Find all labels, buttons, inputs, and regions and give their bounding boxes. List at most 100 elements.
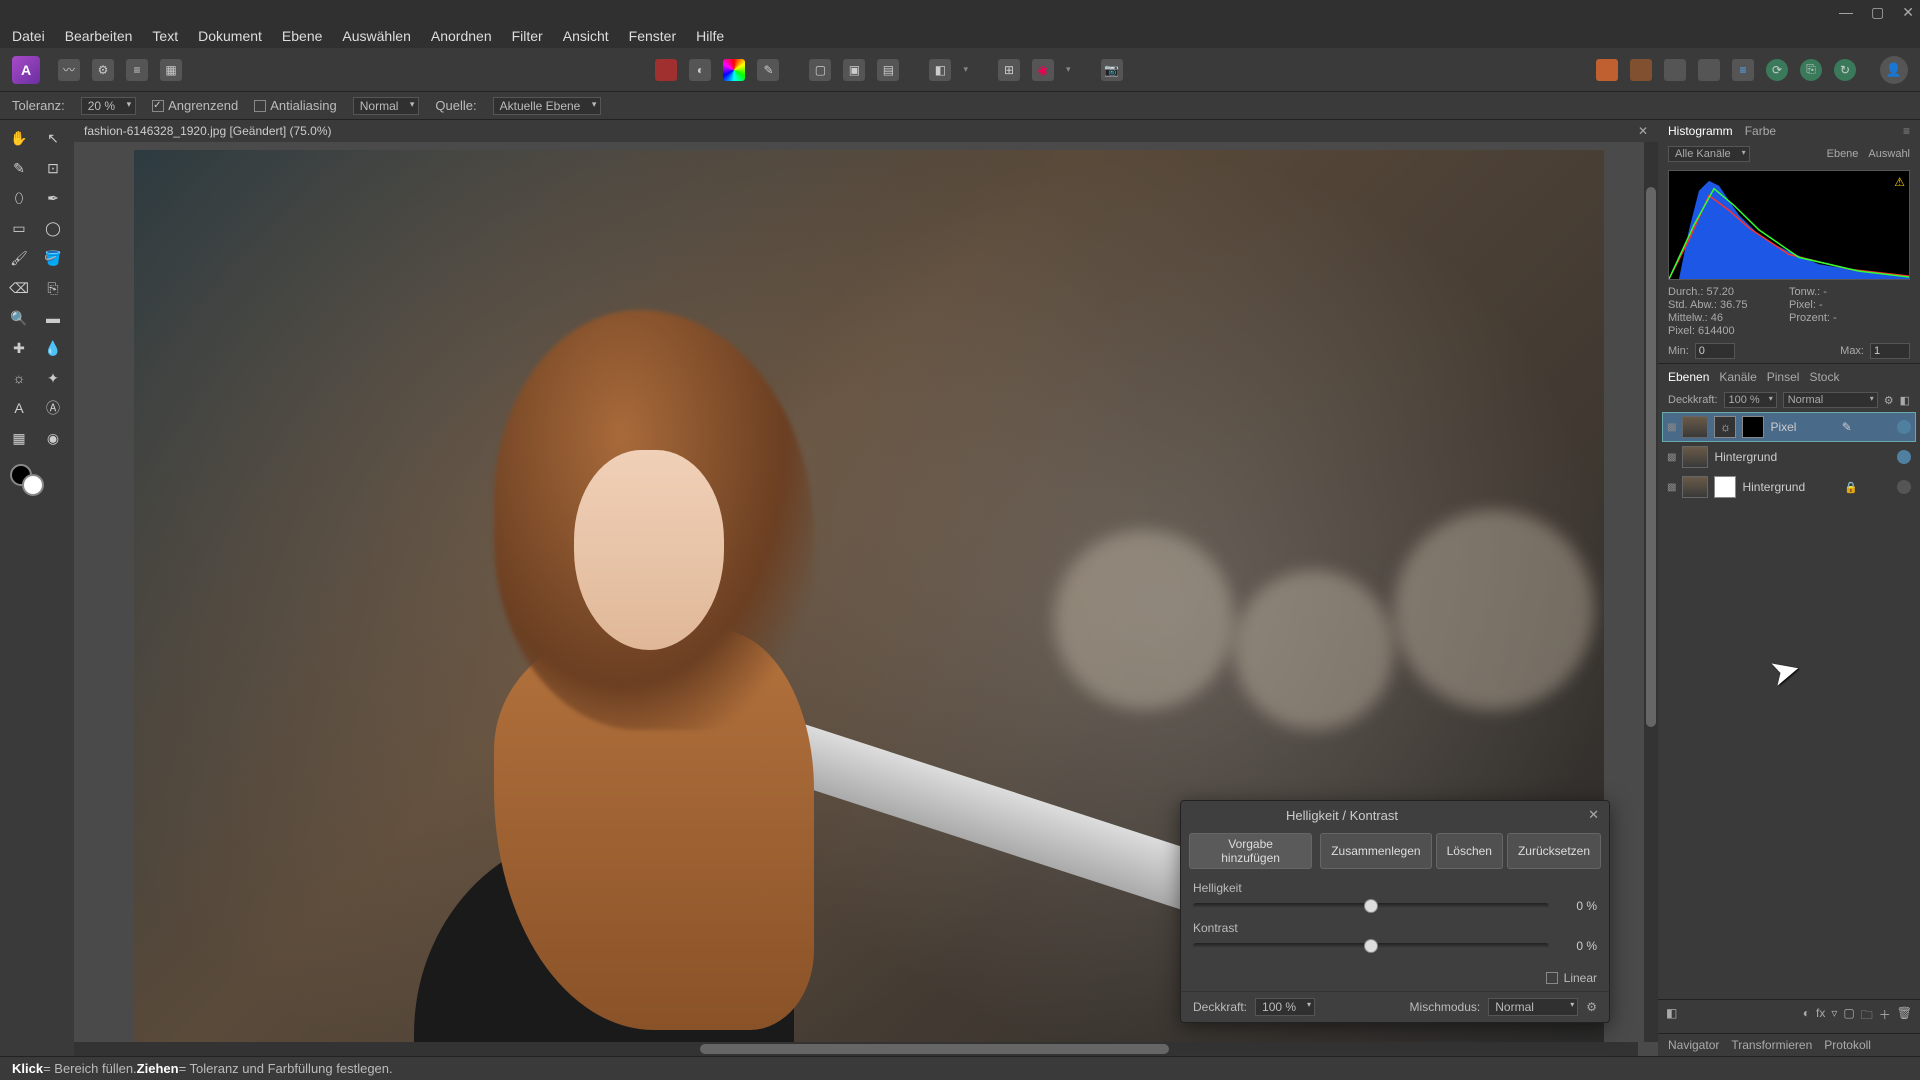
visibility-toggle[interactable] — [1897, 420, 1911, 434]
add-layer-icon[interactable]: ＋ — [1879, 1006, 1891, 1027]
merge-button[interactable]: Zusammenlegen — [1320, 833, 1431, 869]
selection-new-icon[interactable]: ▢ — [809, 59, 831, 81]
blur-tool-icon[interactable]: 💧 — [38, 334, 68, 362]
tab-transformieren[interactable]: Transformieren — [1731, 1038, 1812, 1052]
add-preset-button[interactable]: Vorgabe hinzufügen — [1189, 833, 1312, 869]
menu-anordnen[interactable]: Anordnen — [431, 28, 492, 44]
fill-tool-icon[interactable]: 🪣 — [38, 244, 68, 272]
group-layers-icon[interactable]: 🗀 — [1861, 1006, 1873, 1027]
delete-button[interactable]: Löschen — [1436, 833, 1503, 869]
pen-tool-icon[interactable]: ✒ — [38, 184, 68, 212]
menu-filter[interactable]: Filter — [512, 28, 543, 44]
reset-button[interactable]: Zurücksetzen — [1507, 833, 1601, 869]
source-dropdown[interactable]: Aktuelle Ebene — [493, 97, 602, 115]
selection-sub-icon[interactable]: ▤ — [877, 59, 899, 81]
adjustment-brightness-icon[interactable]: ☼ — [1714, 416, 1736, 438]
vector-tool-icon[interactable]: ✦ — [38, 364, 68, 392]
brightness-slider[interactable] — [1193, 903, 1549, 909]
camera-icon[interactable]: 📷 — [1101, 59, 1123, 81]
tab-kanaele[interactable]: Kanäle — [1719, 370, 1756, 384]
layer-thumbnail[interactable] — [1682, 476, 1708, 498]
persona-develop-icon[interactable]: ≡ — [126, 59, 148, 81]
layer-name[interactable]: Pixel — [1770, 420, 1796, 434]
delete-layer-icon[interactable]: 🗑 — [1897, 1006, 1912, 1027]
sync2-icon[interactable]: ⎘ — [1800, 59, 1822, 81]
layer-thumbnail[interactable] — [1682, 446, 1708, 468]
sync-icon[interactable]: ⟳ — [1766, 59, 1788, 81]
arrange-icon[interactable] — [1664, 59, 1686, 81]
blendmode-dropdown[interactable]: Normal — [353, 97, 420, 115]
layer-blend-dropdown[interactable]: Normal — [1783, 392, 1878, 408]
brush-tool-icon[interactable]: 🖌 — [4, 244, 34, 272]
menu-text[interactable]: Text — [152, 28, 178, 44]
document-tab[interactable]: fashion-6146328_1920.jpg [Geändert] (75.… — [74, 120, 1658, 142]
swatch-red-icon[interactable] — [655, 59, 677, 81]
arrange-front-icon[interactable] — [1596, 59, 1618, 81]
color-swatch[interactable] — [4, 464, 70, 504]
layer-row[interactable]: ▩ ☼ Pixel ✎ — [1662, 412, 1916, 442]
tab-farbe[interactable]: Farbe — [1745, 124, 1776, 138]
panel-menu-icon[interactable]: ≡ — [1903, 124, 1910, 138]
warning-icon[interactable]: ⚠ — [1894, 175, 1905, 189]
brightness-contrast-dialog[interactable]: Helligkeit / Kontrast ✕ Vorgabe hinzufüg… — [1180, 800, 1610, 1023]
menu-ansicht[interactable]: Ansicht — [563, 28, 609, 44]
menu-bearbeiten[interactable]: Bearbeiten — [65, 28, 133, 44]
add-mask-icon[interactable]: ▢ — [1843, 1006, 1854, 1027]
add-fx-icon[interactable]: fx — [1816, 1006, 1825, 1027]
tolerance-dropdown[interactable]: 20 % — [81, 97, 136, 115]
visibility-toggle[interactable] — [1897, 480, 1911, 494]
tab-ebenen[interactable]: Ebenen — [1668, 370, 1709, 384]
menu-datei[interactable]: Datei — [12, 28, 45, 44]
antialias-checkbox[interactable]: Antialiasing — [254, 98, 337, 113]
scope-ebene[interactable]: Ebene — [1827, 148, 1859, 160]
selection-brush-tool-icon[interactable]: ⬯ — [4, 184, 34, 212]
account-icon[interactable]: 👤 — [1880, 56, 1908, 84]
crop-icon[interactable]: ⊞ — [998, 59, 1020, 81]
sphere-tool-icon[interactable]: ◉ — [38, 424, 68, 452]
crop-tool-icon[interactable]: ⊡ — [38, 154, 68, 182]
layer-opacity-dropdown[interactable]: 100 % — [1724, 392, 1777, 408]
layer-mask-thumbnail[interactable] — [1714, 476, 1736, 498]
layer-cog-icon[interactable]: ⚙ — [1884, 394, 1894, 407]
quickmask-icon[interactable]: ◧ — [929, 59, 951, 81]
layer-thumbnail[interactable] — [1682, 416, 1708, 438]
selection-add-icon[interactable]: ▣ — [843, 59, 865, 81]
color-wheel-icon[interactable] — [723, 59, 745, 81]
mask-layer-icon[interactable]: ◧ — [1666, 1006, 1677, 1027]
shape-tool-icon[interactable]: ◯ — [38, 214, 68, 242]
marquee-tool-icon[interactable]: ▭ — [4, 214, 34, 242]
sync3-icon[interactable]: ↻ — [1834, 59, 1856, 81]
menu-auswaehlen[interactable]: Auswählen — [342, 28, 411, 44]
healing-tool-icon[interactable]: ✚ — [4, 334, 34, 362]
vertical-scrollbar[interactable] — [1644, 142, 1658, 1042]
persona-liquify-icon[interactable]: ⚙ — [92, 59, 114, 81]
arrange-back-icon[interactable] — [1630, 59, 1652, 81]
horizontal-scrollbar[interactable] — [74, 1042, 1638, 1056]
target-icon[interactable]: ◉ — [1032, 59, 1054, 81]
layer-mask-thumbnail[interactable] — [1742, 416, 1764, 438]
menu-dokument[interactable]: Dokument — [198, 28, 262, 44]
zoom-tool-icon[interactable]: 🔍 — [4, 304, 34, 332]
eraser-tool-icon[interactable]: ⌫ — [4, 274, 34, 302]
persona-export-icon[interactable]: ▦ — [160, 59, 182, 81]
min-input[interactable] — [1695, 343, 1735, 359]
edit-icon[interactable]: ✎ — [1842, 420, 1852, 434]
dodge-tool-icon[interactable]: ☼ — [4, 364, 34, 392]
grayscale-icon[interactable]: ◐ — [689, 59, 711, 81]
dialog-close-icon[interactable]: ✕ — [1588, 807, 1599, 823]
layer-row[interactable]: ▩ Hintergrund — [1662, 442, 1916, 472]
channels-dropdown[interactable]: Alle Kanäle — [1668, 146, 1750, 162]
layer-name[interactable]: Hintergrund — [1714, 450, 1777, 464]
tab-histogramm[interactable]: Histogramm — [1668, 124, 1733, 138]
clone-tool-icon[interactable]: ⎘ — [38, 274, 68, 302]
tab-pinsel[interactable]: Pinsel — [1767, 370, 1800, 384]
align-icon[interactable]: ≡ — [1732, 59, 1754, 81]
close-window-button[interactable]: ✕ — [1902, 4, 1914, 21]
picker-icon[interactable]: ✎ — [757, 59, 779, 81]
lock-icon[interactable]: 🔒 — [1844, 481, 1858, 494]
tab-protokoll[interactable]: Protokoll — [1824, 1038, 1871, 1052]
contiguous-checkbox[interactable]: Angrenzend — [152, 98, 238, 113]
contrast-slider[interactable] — [1193, 943, 1549, 949]
max-input[interactable] — [1870, 343, 1910, 359]
menu-ebene[interactable]: Ebene — [282, 28, 322, 44]
